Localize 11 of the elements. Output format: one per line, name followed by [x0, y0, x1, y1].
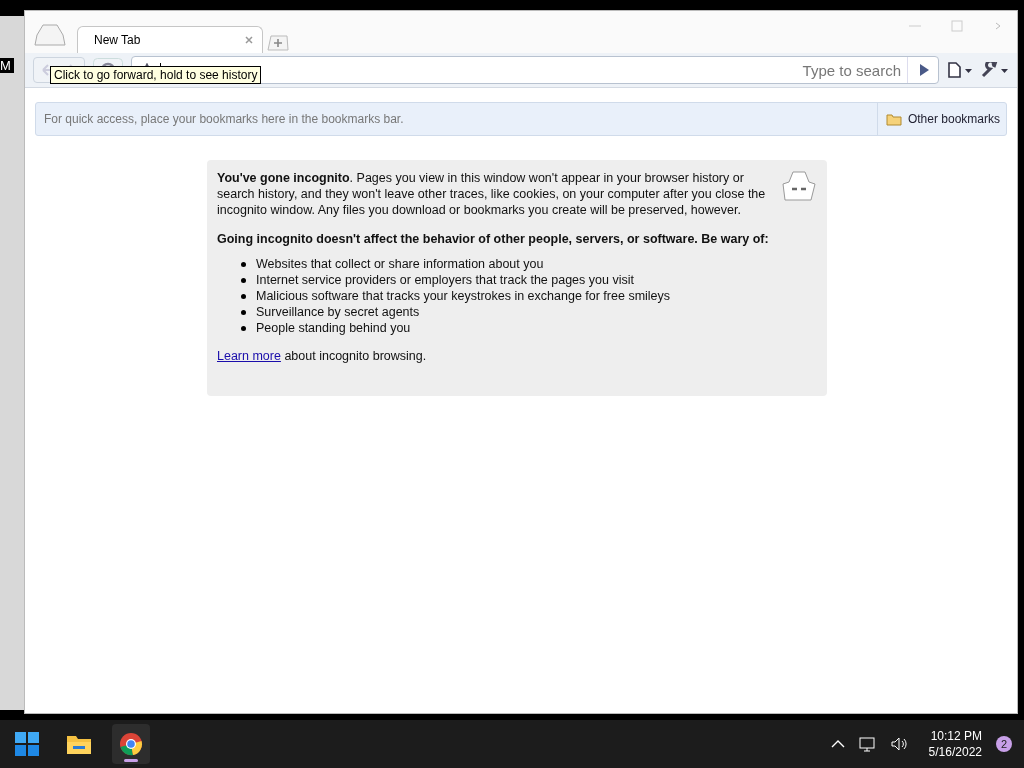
- list-item: Surveillance by secret agents: [256, 304, 420, 320]
- list-item: Websites that collect or share information about you: [256, 256, 544, 272]
- learn-more-text: about incognito browsing.: [284, 349, 427, 363]
- desktop-icon-label: M: [0, 58, 14, 73]
- incognito-intro: You've gone incognito. Pages you view in this window won't appear in your browser history or search history, and they won't leave other traces, like cookies, on your computer after you close the incognito window. Any files you download or bookmarks you create will be preserved, however.: [217, 170, 767, 218]
- incognito-warning: Going incognito doesn't affect the behavior of other people, servers, or software. Be wary of:: [217, 232, 770, 246]
- list-item: Malicious software that tracks your keystrokes in exchange for free smileys: [256, 288, 671, 304]
- list-item: People standing behind you: [256, 320, 411, 336]
- tooltip: Click to go forward, hold to see history: [50, 66, 262, 84]
- list-item: Internet service providers or employers that track the pages you visit: [256, 272, 634, 288]
- bookmarks-hint: For quick access, place your bookmarks here in the bookmarks bar.: [43, 112, 405, 126]
